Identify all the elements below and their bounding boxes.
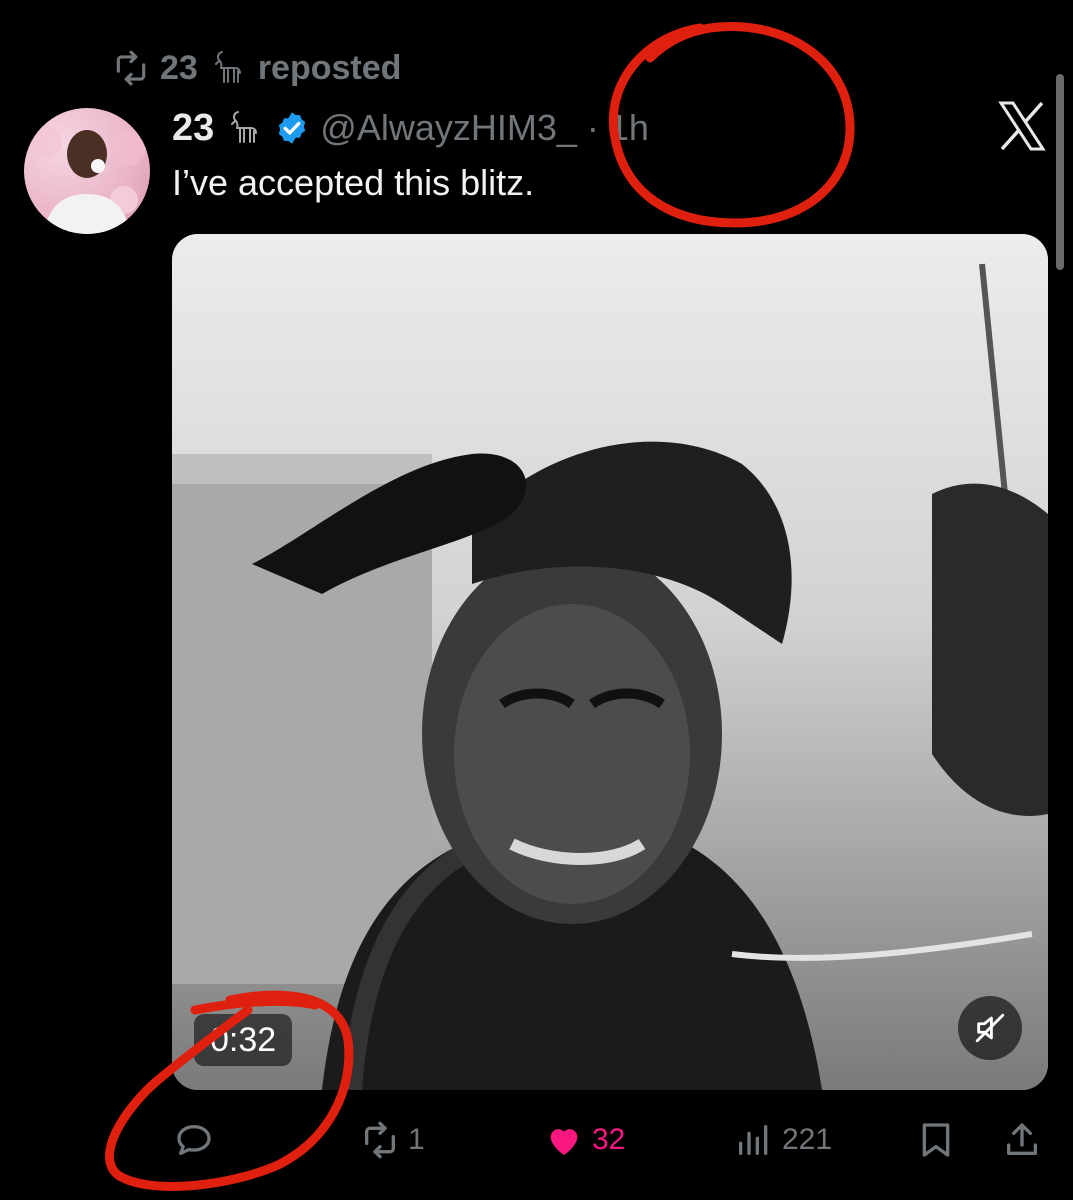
display-name[interactable]: 23: [172, 107, 214, 150]
muted-speaker-icon[interactable]: [958, 996, 1022, 1060]
repost-count: 1: [408, 1123, 425, 1156]
repost-banner[interactable]: 23 reposted: [112, 46, 401, 90]
video-frame: [172, 234, 1048, 1090]
separator-dot: ·: [586, 107, 599, 148]
views-icon: [734, 1120, 774, 1160]
tweet-text: I’ve accepted this blitz.: [172, 162, 535, 203]
bookmark-button[interactable]: [916, 1110, 956, 1170]
goat-icon: [224, 108, 264, 148]
avatar[interactable]: [24, 108, 150, 234]
goat-icon: [208, 48, 248, 88]
like-button[interactable]: 32: [544, 1110, 625, 1170]
action-bar: 1 32 221: [0, 1110, 1073, 1170]
video-player[interactable]: 0:32: [172, 234, 1048, 1090]
tweet-header: 23 @AlwayzHIM3_ · 1h: [172, 100, 649, 156]
views-count: 221: [782, 1123, 833, 1156]
post-timestamp[interactable]: 1h: [609, 107, 649, 149]
repost-icon: [112, 49, 150, 87]
bookmark-icon: [916, 1120, 956, 1160]
reposter-name: 23: [160, 48, 198, 87]
reply-icon: [174, 1120, 214, 1160]
x-logo-icon[interactable]: [998, 100, 1046, 152]
like-count: 32: [592, 1123, 626, 1156]
views-button[interactable]: 221: [734, 1110, 832, 1170]
repost-icon: [360, 1120, 400, 1160]
heart-icon: [544, 1120, 584, 1160]
share-icon: [1002, 1120, 1042, 1160]
repost-button[interactable]: 1: [360, 1110, 425, 1170]
scrollbar[interactable]: [1056, 74, 1064, 270]
verified-badge-icon: [274, 110, 310, 146]
repost-label: reposted: [257, 48, 402, 87]
video-duration-badge: 0:32: [194, 1014, 293, 1066]
share-button[interactable]: [1002, 1110, 1042, 1170]
user-handle[interactable]: @AlwayzHIM3_: [320, 107, 577, 149]
reply-button[interactable]: [174, 1110, 222, 1170]
